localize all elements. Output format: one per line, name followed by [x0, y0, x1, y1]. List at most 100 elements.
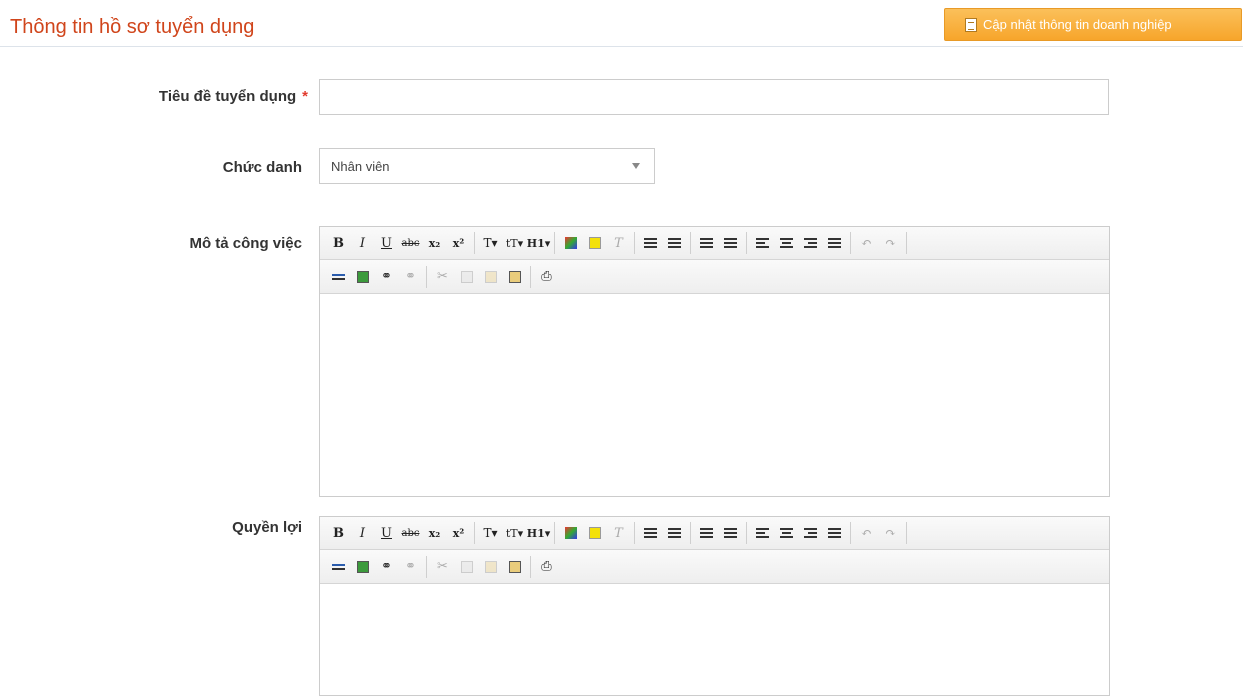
highlight-color-icon[interactable] — [584, 233, 605, 253]
link-icon[interactable]: ⚭ — [376, 267, 397, 287]
align-center-icon[interactable] — [776, 523, 797, 543]
justify-icon[interactable] — [824, 523, 845, 543]
toolbar-separator — [426, 265, 427, 288]
description-field-label: Mô tả công việc — [189, 235, 302, 252]
toolbar-separator — [746, 232, 747, 254]
toolbar-separator — [850, 232, 851, 254]
numbered-list-icon[interactable] — [664, 523, 685, 543]
benefits-content-area[interactable] — [320, 584, 1109, 694]
update-company-info-button[interactable]: Cập nhật thông tin doanh nghiệp — [944, 8, 1242, 41]
heading-button[interactable]: H1▾ — [527, 233, 551, 253]
description-content-area[interactable] — [320, 294, 1109, 496]
paste-icon[interactable] — [480, 267, 501, 287]
paste-icon[interactable] — [480, 557, 501, 577]
toolbar-separator — [530, 265, 531, 288]
toolbar-separator — [690, 522, 691, 544]
update-company-info-label: Cập nhật thông tin doanh nghiệp — [983, 17, 1172, 32]
underline-button[interactable]: U — [376, 233, 397, 253]
clear-format-icon[interactable]: T — [608, 233, 629, 253]
paste-text-icon[interactable] — [504, 557, 525, 577]
outdent-icon[interactable] — [696, 523, 717, 543]
undo-icon[interactable]: ↶ — [856, 523, 877, 543]
cut-icon[interactable]: ✂ — [432, 267, 453, 287]
page-header: Thông tin hồ sơ tuyển dụng Cập nhật thôn… — [0, 0, 1243, 47]
bullet-list-icon[interactable] — [640, 233, 661, 253]
font-size-button[interactable]: tT▾ — [504, 233, 525, 253]
description-editor[interactable]: B I U abc x₂ x² T▾ tT▾ H1▾ T ↶ ↷ ⚭ ⚭ ✂ ⎙ — [319, 226, 1110, 497]
position-field-label: Chức danh — [222, 159, 302, 176]
underline-button[interactable]: U — [376, 523, 397, 543]
font-family-button[interactable]: T▾ — [480, 233, 501, 253]
font-family-button[interactable]: T▾ — [480, 523, 501, 543]
image-icon[interactable] — [352, 267, 373, 287]
justify-icon[interactable] — [824, 233, 845, 253]
italic-button[interactable]: I — [352, 233, 373, 253]
toolbar-separator — [554, 522, 555, 544]
outdent-icon[interactable] — [696, 233, 717, 253]
toolbar-separator — [474, 522, 475, 544]
position-select[interactable]: Nhân viên — [319, 148, 655, 184]
editor-toolbar-row-1: B I U abc x₂ x² T▾ tT▾ H1▾ T ↶ ↷ — [320, 227, 1109, 260]
title-field-label: Tiêu đề tuyển dụng * — [100, 88, 308, 105]
align-left-icon[interactable] — [752, 233, 773, 253]
editor-toolbar-row-2: ⚭ ⚭ ✂ ⎙ — [320, 550, 1109, 584]
paste-text-icon[interactable] — [504, 267, 525, 287]
numbered-list-icon[interactable] — [664, 233, 685, 253]
heading-button[interactable]: H1▾ — [527, 523, 551, 543]
toolbar-separator — [530, 555, 531, 578]
link-icon[interactable]: ⚭ — [376, 557, 397, 577]
editor-toolbar-row-1: B I U abc x₂ x² T▾ tT▾ H1▾ T ↶ ↷ — [320, 517, 1109, 550]
align-right-icon[interactable] — [800, 233, 821, 253]
superscript-button[interactable]: x² — [448, 233, 469, 253]
required-marker: * — [302, 88, 308, 105]
highlight-color-icon[interactable] — [584, 523, 605, 543]
title-input[interactable] — [319, 79, 1109, 115]
align-center-icon[interactable] — [776, 233, 797, 253]
page-title: Thông tin hồ sơ tuyển dụng — [10, 16, 255, 38]
toolbar-separator — [850, 522, 851, 544]
undo-icon[interactable]: ↶ — [856, 233, 877, 253]
strikethrough-button[interactable]: abc — [400, 233, 421, 253]
redo-icon[interactable]: ↷ — [880, 523, 901, 543]
benefits-editor[interactable]: B I U abc x₂ x² T▾ tT▾ H1▾ T ↶ ↷ ⚭ ⚭ ✂ ⎙ — [319, 516, 1110, 696]
print-icon[interactable]: ⎙ — [536, 267, 557, 287]
superscript-button[interactable]: x² — [448, 523, 469, 543]
toolbar-separator — [634, 522, 635, 544]
copy-icon[interactable] — [456, 557, 477, 577]
unlink-icon[interactable]: ⚭ — [400, 267, 421, 287]
copy-icon[interactable] — [456, 267, 477, 287]
bold-button[interactable]: B — [328, 523, 349, 543]
toolbar-separator — [474, 232, 475, 254]
editor-toolbar-row-2: ⚭ ⚭ ✂ ⎙ — [320, 260, 1109, 294]
image-icon[interactable] — [352, 557, 373, 577]
document-icon — [965, 17, 977, 32]
bold-button[interactable]: B — [328, 233, 349, 253]
toolbar-separator — [746, 522, 747, 544]
cut-icon[interactable]: ✂ — [432, 557, 453, 577]
align-right-icon[interactable] — [800, 523, 821, 543]
print-icon[interactable]: ⎙ — [536, 557, 557, 577]
indent-icon[interactable] — [720, 233, 741, 253]
clear-format-icon[interactable]: T — [608, 523, 629, 543]
toolbar-separator — [906, 232, 907, 254]
toolbar-separator — [690, 232, 691, 254]
unlink-icon[interactable]: ⚭ — [400, 557, 421, 577]
font-size-button[interactable]: tT▾ — [504, 523, 525, 543]
horizontal-rule-icon[interactable] — [328, 267, 349, 287]
position-select-value: Nhân viên — [331, 158, 390, 174]
align-left-icon[interactable] — [752, 523, 773, 543]
horizontal-rule-icon[interactable] — [328, 557, 349, 577]
bullet-list-icon[interactable] — [640, 523, 661, 543]
text-color-icon[interactable] — [560, 233, 581, 253]
chevron-down-icon — [632, 163, 640, 169]
text-color-icon[interactable] — [560, 523, 581, 543]
subscript-button[interactable]: x₂ — [424, 233, 445, 253]
italic-button[interactable]: I — [352, 523, 373, 543]
indent-icon[interactable] — [720, 523, 741, 543]
redo-icon[interactable]: ↷ — [880, 233, 901, 253]
toolbar-separator — [634, 232, 635, 254]
subscript-button[interactable]: x₂ — [424, 523, 445, 543]
title-label-text: Tiêu đề tuyển dụng — [158, 88, 297, 105]
toolbar-separator — [906, 522, 907, 544]
strikethrough-button[interactable]: abc — [400, 523, 421, 543]
